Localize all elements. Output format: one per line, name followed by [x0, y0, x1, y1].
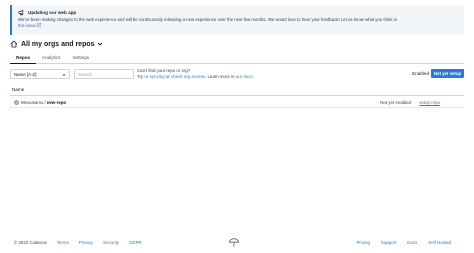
tab-analytics[interactable]: Analytics: [36, 52, 66, 64]
setup-repo-link[interactable]: setup repo: [419, 100, 440, 105]
self-hosted-link[interactable]: Self Hosted: [428, 240, 451, 245]
page-title: All my orgs and repos: [21, 40, 95, 48]
tab-repos[interactable]: Repos: [10, 52, 37, 64]
banner-text: We've been making changes to the web exp…: [18, 17, 398, 29]
home-icon: [10, 40, 18, 48]
repo-controls: Name [A-Z] Can't find your repo or org? …: [10, 68, 464, 82]
help-line-2: Try re-syncing or check org access. Lear…: [137, 74, 254, 80]
column-header-name[interactable]: Name: [12, 87, 24, 92]
gdpr-link[interactable]: GDPR: [129, 240, 142, 245]
support-link[interactable]: Support: [381, 240, 396, 245]
help-or-text: or: [165, 74, 170, 79]
security-link[interactable]: Security: [103, 240, 119, 245]
repo-owner[interactable]: Mesosiamu: [21, 100, 43, 105]
sort-select[interactable]: Name [A-Z]: [10, 69, 70, 79]
page-header: All my orgs and repos: [10, 39, 103, 49]
help-text: Can't find your repo or org? Try re-sync…: [137, 68, 254, 80]
repo-name-link[interactable]: new-repo: [47, 100, 67, 105]
footer: © 2023 Codecov Terms Privacy Security GD…: [10, 238, 464, 248]
tab-bar: Repos Analytics Settings: [10, 52, 464, 64]
chevron-down-icon: [62, 74, 66, 77]
banner-title: Updating our web app: [28, 9, 77, 15]
docs-link[interactable]: our docs.: [236, 74, 254, 79]
sort-select-value: Name [A-Z]: [14, 72, 37, 77]
update-banner: Updating our web app We've been making c…: [10, 5, 464, 35]
privacy-link[interactable]: Privacy: [79, 240, 93, 245]
docs-footer-link[interactable]: Docs: [407, 240, 417, 245]
enabled-filter-label[interactable]: Enabled: [412, 71, 429, 76]
table-header: Name: [10, 86, 464, 96]
banner-body: We've been making changes to the web exp…: [18, 17, 398, 22]
chevron-down-icon[interactable]: [97, 41, 103, 47]
terms-link[interactable]: Terms: [57, 240, 69, 245]
tab-settings[interactable]: Settings: [66, 52, 95, 64]
feedback-issue-link[interactable]: this issue: [18, 23, 36, 28]
umbrella-icon[interactable]: [229, 238, 239, 247]
not-yet-setup-button[interactable]: Not yet setup: [431, 69, 464, 78]
pricing-link[interactable]: Pricing: [356, 240, 369, 245]
search-input[interactable]: [74, 69, 134, 79]
resync-link[interactable]: re-syncing: [144, 74, 164, 79]
copyright-text: © 2023 Codecov: [14, 240, 47, 245]
table-row: Mesosiamu / new-repo Not yet enabled set…: [10, 97, 464, 108]
help-try-text: Try: [137, 74, 144, 79]
repo-status: Not yet enabled: [380, 99, 411, 105]
help-learn-text: Learn more in: [207, 74, 235, 79]
globe-icon: [14, 99, 19, 105]
external-link-icon: [37, 23, 41, 27]
check-org-access-link[interactable]: check org access.: [171, 74, 206, 79]
repo-separator: /: [44, 99, 46, 105]
megaphone-icon: [18, 9, 24, 15]
